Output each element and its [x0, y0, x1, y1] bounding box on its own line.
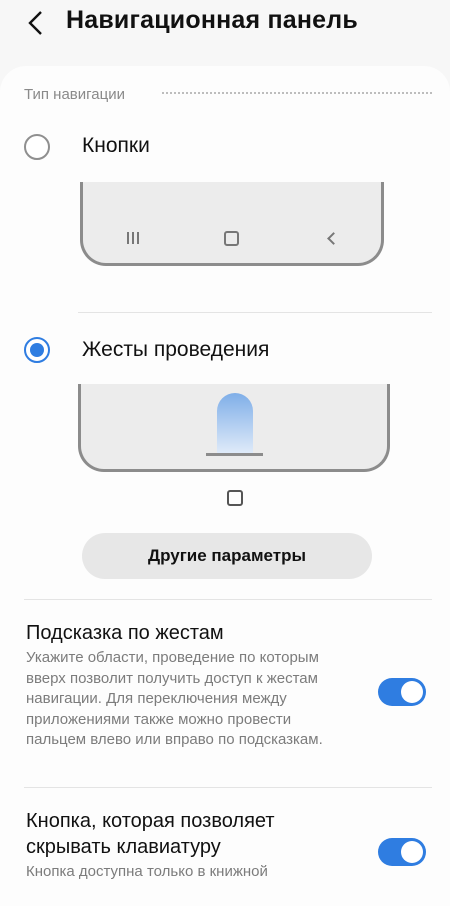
- back-icon: [311, 226, 351, 250]
- gesture-hint-bar: [206, 453, 263, 456]
- section-divider: [162, 92, 432, 94]
- settings-divider: [24, 599, 432, 600]
- preview-navbar: [83, 218, 381, 258]
- back-button[interactable]: [22, 8, 50, 38]
- home-square-icon: [227, 490, 243, 506]
- page-title: Навигационная панель: [66, 6, 358, 34]
- radio-gestures-option[interactable]: [24, 337, 50, 363]
- other-parameters-button[interactable]: Другие параметры: [82, 533, 372, 579]
- recents-icon: [113, 226, 153, 250]
- section-label: Тип навигации: [24, 86, 125, 103]
- hide-keyboard-description: Кнопка доступна только в книжной: [26, 863, 268, 880]
- gesture-hint-toggle[interactable]: [378, 678, 426, 706]
- radio-buttons-option[interactable]: [24, 134, 50, 160]
- gesture-hint-description: Укажите области, проведение по которым в…: [26, 649, 323, 748]
- hide-keyboard-title[interactable]: Кнопка, которая позволяет скрывать клави…: [26, 808, 346, 860]
- option-gestures-label[interactable]: Жесты проведения: [82, 338, 269, 362]
- option-divider: [78, 312, 432, 313]
- hide-keyboard-toggle[interactable]: [378, 838, 426, 866]
- settings-divider-2: [24, 787, 432, 788]
- buttons-preview[interactable]: [80, 182, 384, 266]
- chevron-left-icon: [28, 11, 42, 35]
- gesture-hint-graphic: [217, 393, 253, 453]
- home-icon: [212, 226, 252, 250]
- gesture-hint-title[interactable]: Подсказка по жестам: [26, 620, 356, 646]
- header-bar: Навигационная панель: [0, 0, 450, 60]
- option-buttons-label[interactable]: Кнопки: [82, 134, 150, 158]
